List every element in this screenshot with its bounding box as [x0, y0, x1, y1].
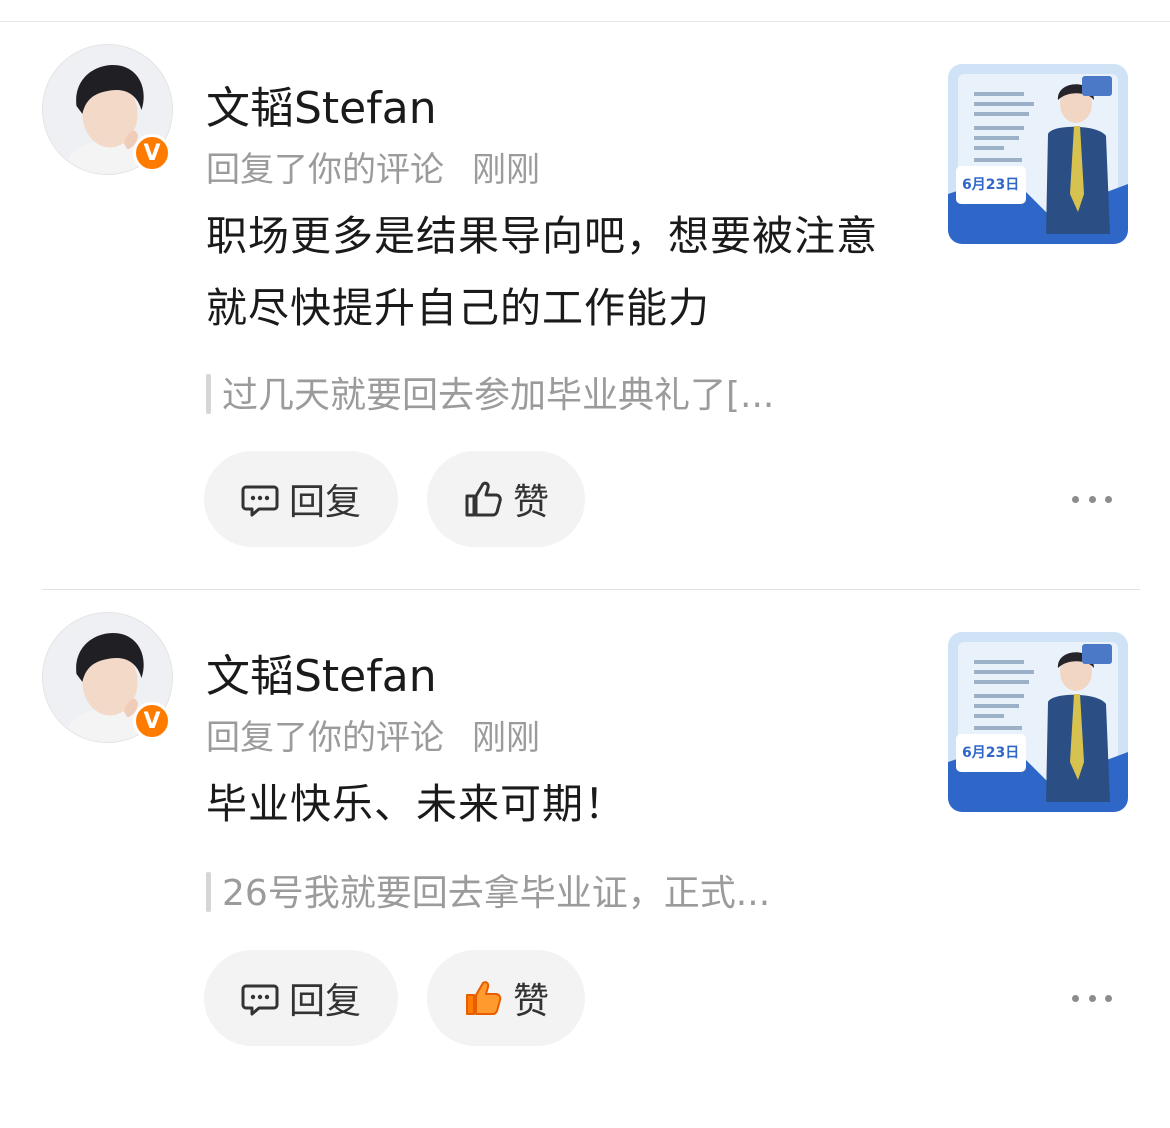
user-name[interactable]: 文韬Stefan [206, 640, 437, 704]
verified-badge-icon: V [133, 134, 171, 172]
quoted-comment[interactable]: 过几天就要回去参加毕业典礼了[... [206, 366, 896, 418]
thumbnail-date: 6月23日 [962, 177, 1019, 193]
reply-button[interactable]: 回复 [204, 950, 398, 1046]
timestamp: 刚刚 [472, 718, 540, 758]
post-thumbnail[interactable]: 6月23日 [948, 64, 1128, 244]
like-label: 赞 [512, 981, 549, 1022]
more-dots-icon[interactable] [1072, 489, 1112, 509]
post-thumbnail[interactable]: 6月23日 [948, 632, 1128, 812]
reply-label: 回复 [288, 482, 361, 523]
more-dots-icon[interactable] [1072, 988, 1112, 1008]
thumbs-up-icon [463, 978, 503, 1018]
action-text: 回复了你的评论 [206, 718, 444, 758]
user-name[interactable]: 文韬Stefan [206, 72, 437, 136]
quoted-comment[interactable]: 26号我就要回去拿毕业证，正式... [206, 864, 896, 916]
action-text: 回复了你的评论 [206, 150, 444, 190]
like-button[interactable]: 赞 [427, 950, 585, 1046]
comment-icon [241, 979, 279, 1017]
timestamp: 刚刚 [472, 150, 540, 190]
comment-icon [241, 480, 279, 518]
reply-label: 回复 [288, 981, 361, 1022]
like-label: 赞 [512, 482, 549, 523]
comment-text[interactable]: 职场更多是结果导向吧，想要被注意就尽快提升自己的工作能力 [206, 200, 906, 344]
comment-text[interactable]: 毕业快乐、未来可期！ [206, 768, 906, 840]
comment-item: V 文韬Stefan 回复了你的评论 刚刚 职场更多是结果导向吧，想要被注意就尽快… [0, 0, 1170, 560]
comment-meta: 回复了你的评论 刚刚 [206, 710, 540, 759]
thumbs-up-icon [463, 479, 503, 519]
verified-badge-icon: V [133, 702, 171, 740]
reply-button[interactable]: 回复 [204, 451, 398, 547]
comment-meta: 回复了你的评论 刚刚 [206, 142, 540, 191]
like-button[interactable]: 赞 [427, 451, 585, 547]
comment-item: V 文韬Stefan 回复了你的评论 刚刚 毕业快乐、未来可期！ 26号我就要回去… [0, 568, 1170, 1128]
thumbnail-date: 6月23日 [962, 745, 1019, 761]
